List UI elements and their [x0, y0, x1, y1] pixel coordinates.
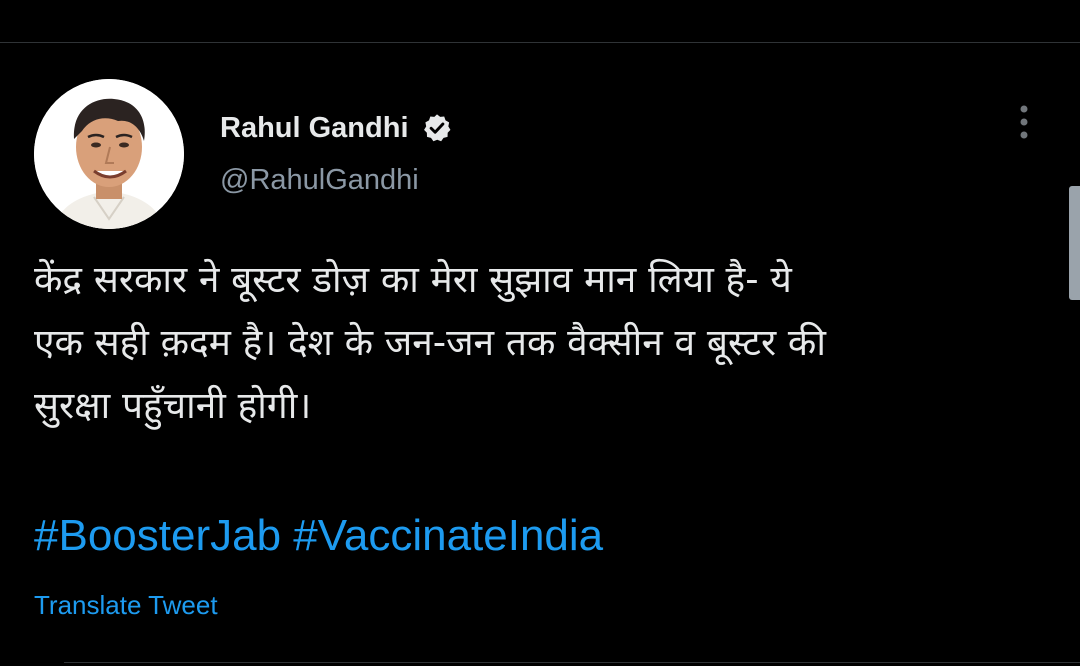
bottom-divider	[64, 662, 1080, 663]
display-name[interactable]: Rahul Gandhi	[220, 108, 409, 148]
hashtag-link[interactable]: #VaccinateIndia	[293, 511, 603, 560]
translate-tweet-link[interactable]: Translate Tweet	[34, 587, 218, 623]
top-divider	[0, 42, 1080, 43]
hashtag-row: #BoosterJab #VaccinateIndia	[34, 508, 603, 564]
more-options-button[interactable]	[1004, 102, 1044, 142]
verified-badge-icon	[421, 112, 453, 144]
tweet-text-line: सुरक्षा पहुँचानी होगी।	[34, 384, 312, 427]
more-vertical-icon	[1020, 105, 1028, 139]
hashtag-link[interactable]: #BoosterJab	[34, 511, 281, 560]
author-row[interactable]: Rahul Gandhi	[220, 108, 453, 148]
profile-photo	[34, 79, 184, 229]
tweet-text: केंद्र सरकार ने बूस्टर डोज़ का मेरा सुझा…	[34, 248, 1054, 437]
tweet-text-line: केंद्र सरकार ने बूस्टर डोज़ का मेरा सुझा…	[34, 258, 792, 301]
tweet-text-line: एक सही क़दम है। देश के जन-जन तक वैक्सीन …	[34, 321, 826, 364]
scrollbar-thumb[interactable]	[1069, 186, 1080, 300]
avatar[interactable]	[34, 79, 184, 229]
user-handle[interactable]: @RahulGandhi	[220, 160, 419, 200]
